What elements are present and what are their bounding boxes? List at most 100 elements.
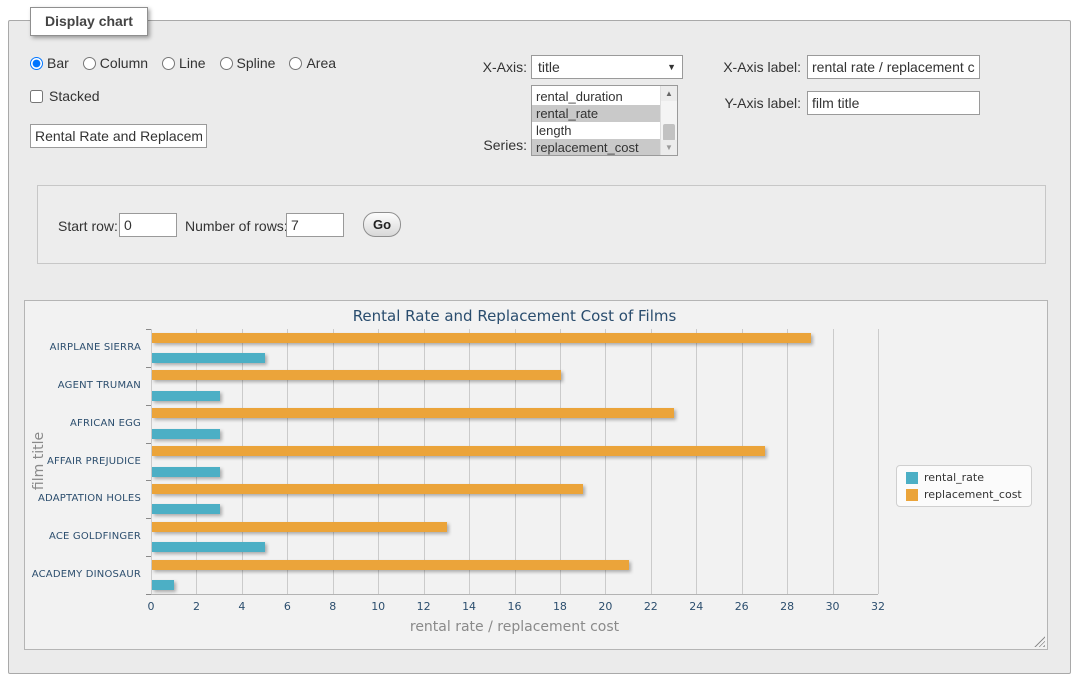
series-option-rental_duration[interactable]: rental_duration xyxy=(532,88,660,105)
y-tick xyxy=(146,594,151,595)
start-row-input[interactable] xyxy=(119,213,177,237)
number-of-rows-input[interactable] xyxy=(286,213,344,237)
scroll-down-icon[interactable]: ▼ xyxy=(661,140,677,155)
series-option-length[interactable]: length xyxy=(532,122,660,139)
y-axis-label-input[interactable] xyxy=(807,91,980,115)
legend-label: replacement_cost xyxy=(924,488,1022,501)
chevron-down-icon: ▼ xyxy=(667,62,676,72)
chart-type-radio-label: Column xyxy=(100,55,148,71)
category-label: ACE GOLDFINGER xyxy=(25,518,141,556)
chart-type-radio-bar[interactable] xyxy=(30,57,43,70)
bar-replacement_cost xyxy=(152,560,629,570)
x-tick-label: 16 xyxy=(508,600,522,613)
series-option-rental_rate[interactable]: rental_rate xyxy=(532,105,660,122)
gridline xyxy=(196,329,197,594)
gridline xyxy=(651,329,652,594)
chart-type-radio-area[interactable] xyxy=(289,57,302,70)
scrollbar-thumb[interactable] xyxy=(663,124,675,141)
x-tick-label: 22 xyxy=(644,600,658,613)
legend-swatch-icon xyxy=(906,472,918,484)
x-tick-label: 32 xyxy=(871,600,885,613)
legend-item-replacement_cost[interactable]: replacement_cost xyxy=(906,488,1022,501)
start-row-label: Start row: xyxy=(58,218,118,234)
gridline xyxy=(833,329,834,594)
gridline xyxy=(560,329,561,594)
x-axis-label-field-label: X-Axis label: xyxy=(700,59,801,75)
x-tick-label: 30 xyxy=(826,600,840,613)
y-tick xyxy=(146,518,151,519)
series-scrollbar[interactable]: ▲ ▼ xyxy=(660,86,677,155)
gridline xyxy=(515,329,516,594)
x-tick-label: 26 xyxy=(735,600,749,613)
category-label: AFFAIR PREJUDICE xyxy=(25,443,141,481)
chart-title: Rental Rate and Replacement Cost of Film… xyxy=(151,307,878,325)
gridline xyxy=(787,329,788,594)
chart-type-option-column: Column xyxy=(83,55,148,71)
gridline xyxy=(878,329,879,594)
x-tick-label: 20 xyxy=(598,600,612,613)
bar-replacement_cost xyxy=(152,446,765,456)
y-tick xyxy=(146,480,151,481)
bar-replacement_cost xyxy=(152,408,674,418)
y-tick xyxy=(146,367,151,368)
chart-title-input[interactable] xyxy=(30,124,207,148)
page: Display chart BarColumnLineSplineArea St… xyxy=(0,0,1081,681)
x-axis-title: rental rate / replacement cost xyxy=(151,619,878,635)
x-tick-label: 10 xyxy=(371,600,385,613)
x-axis-selected-value: title xyxy=(538,59,560,75)
legend-label: rental_rate xyxy=(924,471,984,484)
bar-rental_rate xyxy=(152,542,265,552)
y-tick xyxy=(146,443,151,444)
category-label: ACADEMY DINOSAUR xyxy=(25,556,141,594)
gridline xyxy=(378,329,379,594)
chart-type-radio-column[interactable] xyxy=(83,57,96,70)
x-axis-select[interactable]: title ▼ xyxy=(531,55,683,79)
chart-type-option-spline: Spline xyxy=(220,55,276,71)
bar-rental_rate xyxy=(152,467,220,477)
gridline xyxy=(696,329,697,594)
chart-type-option-bar: Bar xyxy=(30,55,69,71)
legend-item-rental_rate[interactable]: rental_rate xyxy=(906,471,1022,484)
chart-type-radio-line[interactable] xyxy=(162,57,175,70)
chart-type-radio-label: Line xyxy=(179,55,205,71)
series-option-replacement_cost[interactable]: replacement_cost xyxy=(532,139,660,156)
stacked-checkbox[interactable] xyxy=(30,90,43,103)
stacked-label: Stacked xyxy=(49,88,100,104)
gridline xyxy=(242,329,243,594)
bar-rental_rate xyxy=(152,391,220,401)
category-label: AGENT TRUMAN xyxy=(25,367,141,405)
chart-type-radio-label: Spline xyxy=(237,55,276,71)
resize-handle-icon[interactable] xyxy=(1034,636,1045,647)
bar-rental_rate xyxy=(152,429,220,439)
y-tick xyxy=(146,405,151,406)
gridline xyxy=(287,329,288,594)
x-axis-label-input[interactable] xyxy=(807,55,980,79)
x-tick-label: 2 xyxy=(193,600,200,613)
scroll-up-icon[interactable]: ▲ xyxy=(661,86,677,101)
gridline xyxy=(469,329,470,594)
chart-type-radio-group: BarColumnLineSplineArea xyxy=(30,55,346,71)
gridline xyxy=(742,329,743,594)
bar-replacement_cost xyxy=(152,370,561,380)
go-button[interactable]: Go xyxy=(363,212,401,237)
x-axis-line xyxy=(151,594,878,595)
number-of-rows-label: Number of rows: xyxy=(185,218,288,234)
chart-type-option-line: Line xyxy=(162,55,205,71)
bar-replacement_cost xyxy=(152,522,447,532)
bar-replacement_cost xyxy=(152,484,583,494)
gridline xyxy=(151,329,152,594)
chart-legend: rental_rate replacement_cost xyxy=(896,465,1032,507)
x-tick-label: 12 xyxy=(417,600,431,613)
chart-type-radio-spline[interactable] xyxy=(220,57,233,70)
legend-swatch-icon xyxy=(906,489,918,501)
x-tick-label: 8 xyxy=(329,600,336,613)
y-tick xyxy=(146,556,151,557)
bar-rental_rate xyxy=(152,353,265,363)
x-tick-label: 6 xyxy=(284,600,291,613)
series-listbox[interactable]: rental_durationrental_ratelengthreplacem… xyxy=(531,85,678,156)
x-tick-label: 14 xyxy=(462,600,476,613)
chart-type-radio-label: Bar xyxy=(47,55,69,71)
series-select-label: Series: xyxy=(430,137,527,153)
x-tick-label: 18 xyxy=(553,600,567,613)
x-tick-label: 4 xyxy=(238,600,245,613)
